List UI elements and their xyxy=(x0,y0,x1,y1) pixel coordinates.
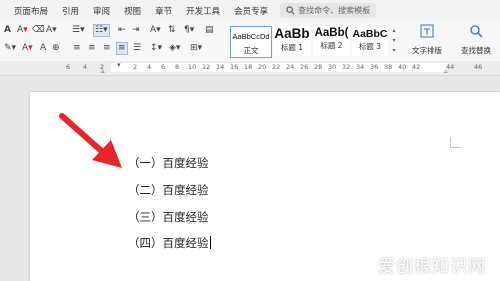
align-center-icon[interactable]: ≡ xyxy=(88,43,96,54)
watermark-text: 爱创根知识网 xyxy=(378,257,486,277)
ruler-number: 16 xyxy=(230,63,239,71)
style-normal-label: 正文 xyxy=(243,46,259,55)
style-heading-1-sample: AaBb xyxy=(274,26,310,41)
text-color-icon[interactable]: A▾ xyxy=(22,43,33,54)
highlight-icon[interactable]: ✎▾ xyxy=(4,43,16,54)
find-replace-label: 查找替换 xyxy=(461,46,491,55)
enclose-char-icon[interactable]: ⊕ xyxy=(52,43,60,54)
menu-developer-tools[interactable]: 开发工具 xyxy=(186,5,220,17)
decrease-indent-icon[interactable]: ⇤ xyxy=(118,25,126,36)
ruler-number: 24 xyxy=(286,63,295,71)
ruler-number: 4 xyxy=(147,63,152,71)
search-icon xyxy=(286,6,295,15)
style-heading-1-label: 标题 1 xyxy=(280,43,304,52)
text-layout-label: 文字排版 xyxy=(412,46,442,55)
ruler-number: 6 xyxy=(66,63,71,71)
borders-icon[interactable]: ⊞▾ xyxy=(190,43,202,54)
find-replace-icon xyxy=(470,25,483,38)
style-heading-2-sample: AaBb( xyxy=(314,27,349,39)
ruler-number: 2 xyxy=(133,63,138,71)
char-shading-icon[interactable]: A▾ xyxy=(46,25,57,36)
ruler-number: 6 xyxy=(161,63,166,71)
show-marks-icon[interactable]: ¶▾ xyxy=(184,25,194,36)
style-heading-3[interactable]: AaBbC 标题 3 xyxy=(352,26,388,56)
style-heading-3-label: 标题 3 xyxy=(358,42,382,51)
margin-corner-mark xyxy=(450,137,461,148)
text-layout-icon xyxy=(420,24,434,38)
style-heading-2-label: 标题 2 xyxy=(320,41,343,50)
font-color-icon[interactable]: A▾ xyxy=(17,25,28,36)
doc-line-4: （四）百度经验 xyxy=(128,236,209,250)
menu-review[interactable]: 审阅 xyxy=(93,5,110,17)
distributed-icon[interactable]: ☰ xyxy=(133,43,141,54)
clear-format-icon[interactable]: ⌫ xyxy=(32,25,45,36)
ribbon-toolbar: A A▾ ⌫ A▾ ☰▾ ☷▾ ⇤ ⇥ A▾ ⇅ ¶▾ ▤ ✎▾ A▾ A ⊕ … xyxy=(0,21,500,62)
ruler-number: 8 xyxy=(175,63,180,71)
style-gallery-scroll[interactable]: ▴ ▾ ▾ xyxy=(390,26,398,56)
doc-line-1[interactable]: （一）百度经验 xyxy=(128,155,209,171)
sort-icon[interactable]: ⇅ xyxy=(168,25,176,36)
doc-line-2[interactable]: （二）百度经验 xyxy=(128,182,209,198)
horizontal-ruler[interactable]: 6 4 2 ▾ ▵ 2 4 6 8 10 12 14 16 18 20 22 2… xyxy=(0,61,500,76)
style-normal-sample: AaBbCcDd xyxy=(232,32,270,41)
ruler-number: 28 xyxy=(314,63,323,71)
ruler-number: 30 xyxy=(328,63,337,71)
right-indent-marker[interactable]: ▵ xyxy=(444,67,448,75)
chinese-layout-icon[interactable]: A▾ xyxy=(150,25,161,36)
style-heading-2[interactable]: AaBb( 标题 2 xyxy=(313,26,350,56)
ruler-number: 42 xyxy=(412,63,421,71)
ruler-number: 46 xyxy=(474,63,483,71)
ruler-number: 4 xyxy=(83,63,88,71)
first-line-indent-marker[interactable]: ▾ xyxy=(117,61,121,69)
ruler-number: 40 xyxy=(398,63,407,71)
ruler-number: 26 xyxy=(300,63,309,71)
menu-page-layout[interactable]: 页面布局 xyxy=(14,5,48,17)
bold-icon[interactable]: A xyxy=(4,25,11,36)
command-search[interactable]: 查找命令、搜索模板 xyxy=(280,3,377,18)
align-right-icon[interactable]: ≡ xyxy=(103,43,111,54)
ruler-number: 32 xyxy=(342,63,351,71)
doc-line-3[interactable]: （三）百度经验 xyxy=(128,209,209,225)
menu-view[interactable]: 视图 xyxy=(124,5,141,17)
menu-member[interactable]: 会员专享 xyxy=(234,5,268,17)
ruler-number: 12 xyxy=(202,63,211,71)
align-left-icon[interactable]: ≡ xyxy=(73,43,81,54)
text-layout-button[interactable]: 文字排版 xyxy=(408,23,446,56)
ruler-number: 14 xyxy=(216,63,225,71)
format-icon[interactable]: ▤ xyxy=(205,25,214,36)
ruler-number: 38 xyxy=(384,63,393,71)
ruler-number: 22 xyxy=(272,63,281,71)
ruler-number: 20 xyxy=(258,63,267,71)
char-border-icon[interactable]: A xyxy=(40,43,46,54)
style-heading-3-sample: AaBbC xyxy=(352,28,388,40)
hanging-indent-marker[interactable]: ▵ xyxy=(101,67,105,75)
ruler-number: 34 xyxy=(356,63,365,71)
text-cursor xyxy=(209,236,211,249)
ruler-number: 36 xyxy=(370,63,379,71)
menu-section[interactable]: 章节 xyxy=(155,5,172,17)
bullet-list-icon[interactable]: ☰▾ xyxy=(72,25,85,36)
increase-indent-icon[interactable]: ⇥ xyxy=(132,25,140,36)
red-arrow-annotation xyxy=(59,113,122,168)
ruler-number: 10 xyxy=(188,63,197,71)
shading-icon[interactable]: ◈▾ xyxy=(169,43,180,54)
menu-references[interactable]: 引用 xyxy=(62,5,79,17)
menu-bar: 页面布局 引用 审阅 视图 章节 开发工具 会员专享 查找命令、搜索模板 xyxy=(0,0,500,21)
line-spacing-icon[interactable]: ↕▾ xyxy=(150,43,162,54)
search-placeholder: 查找命令、搜索模板 xyxy=(298,6,371,15)
style-normal[interactable]: AaBbCcDd 正文 xyxy=(230,26,272,58)
justify-icon[interactable]: ≡ xyxy=(116,42,128,55)
doc-line-4-wrap[interactable]: （四）百度经验 xyxy=(128,235,211,251)
numbered-list-icon[interactable]: ☷▾ xyxy=(93,24,110,37)
find-replace-button[interactable]: 查找替换 xyxy=(456,23,496,56)
style-heading-1[interactable]: AaBb 标题 1 xyxy=(273,26,311,56)
ruler-number: 18 xyxy=(244,63,253,71)
